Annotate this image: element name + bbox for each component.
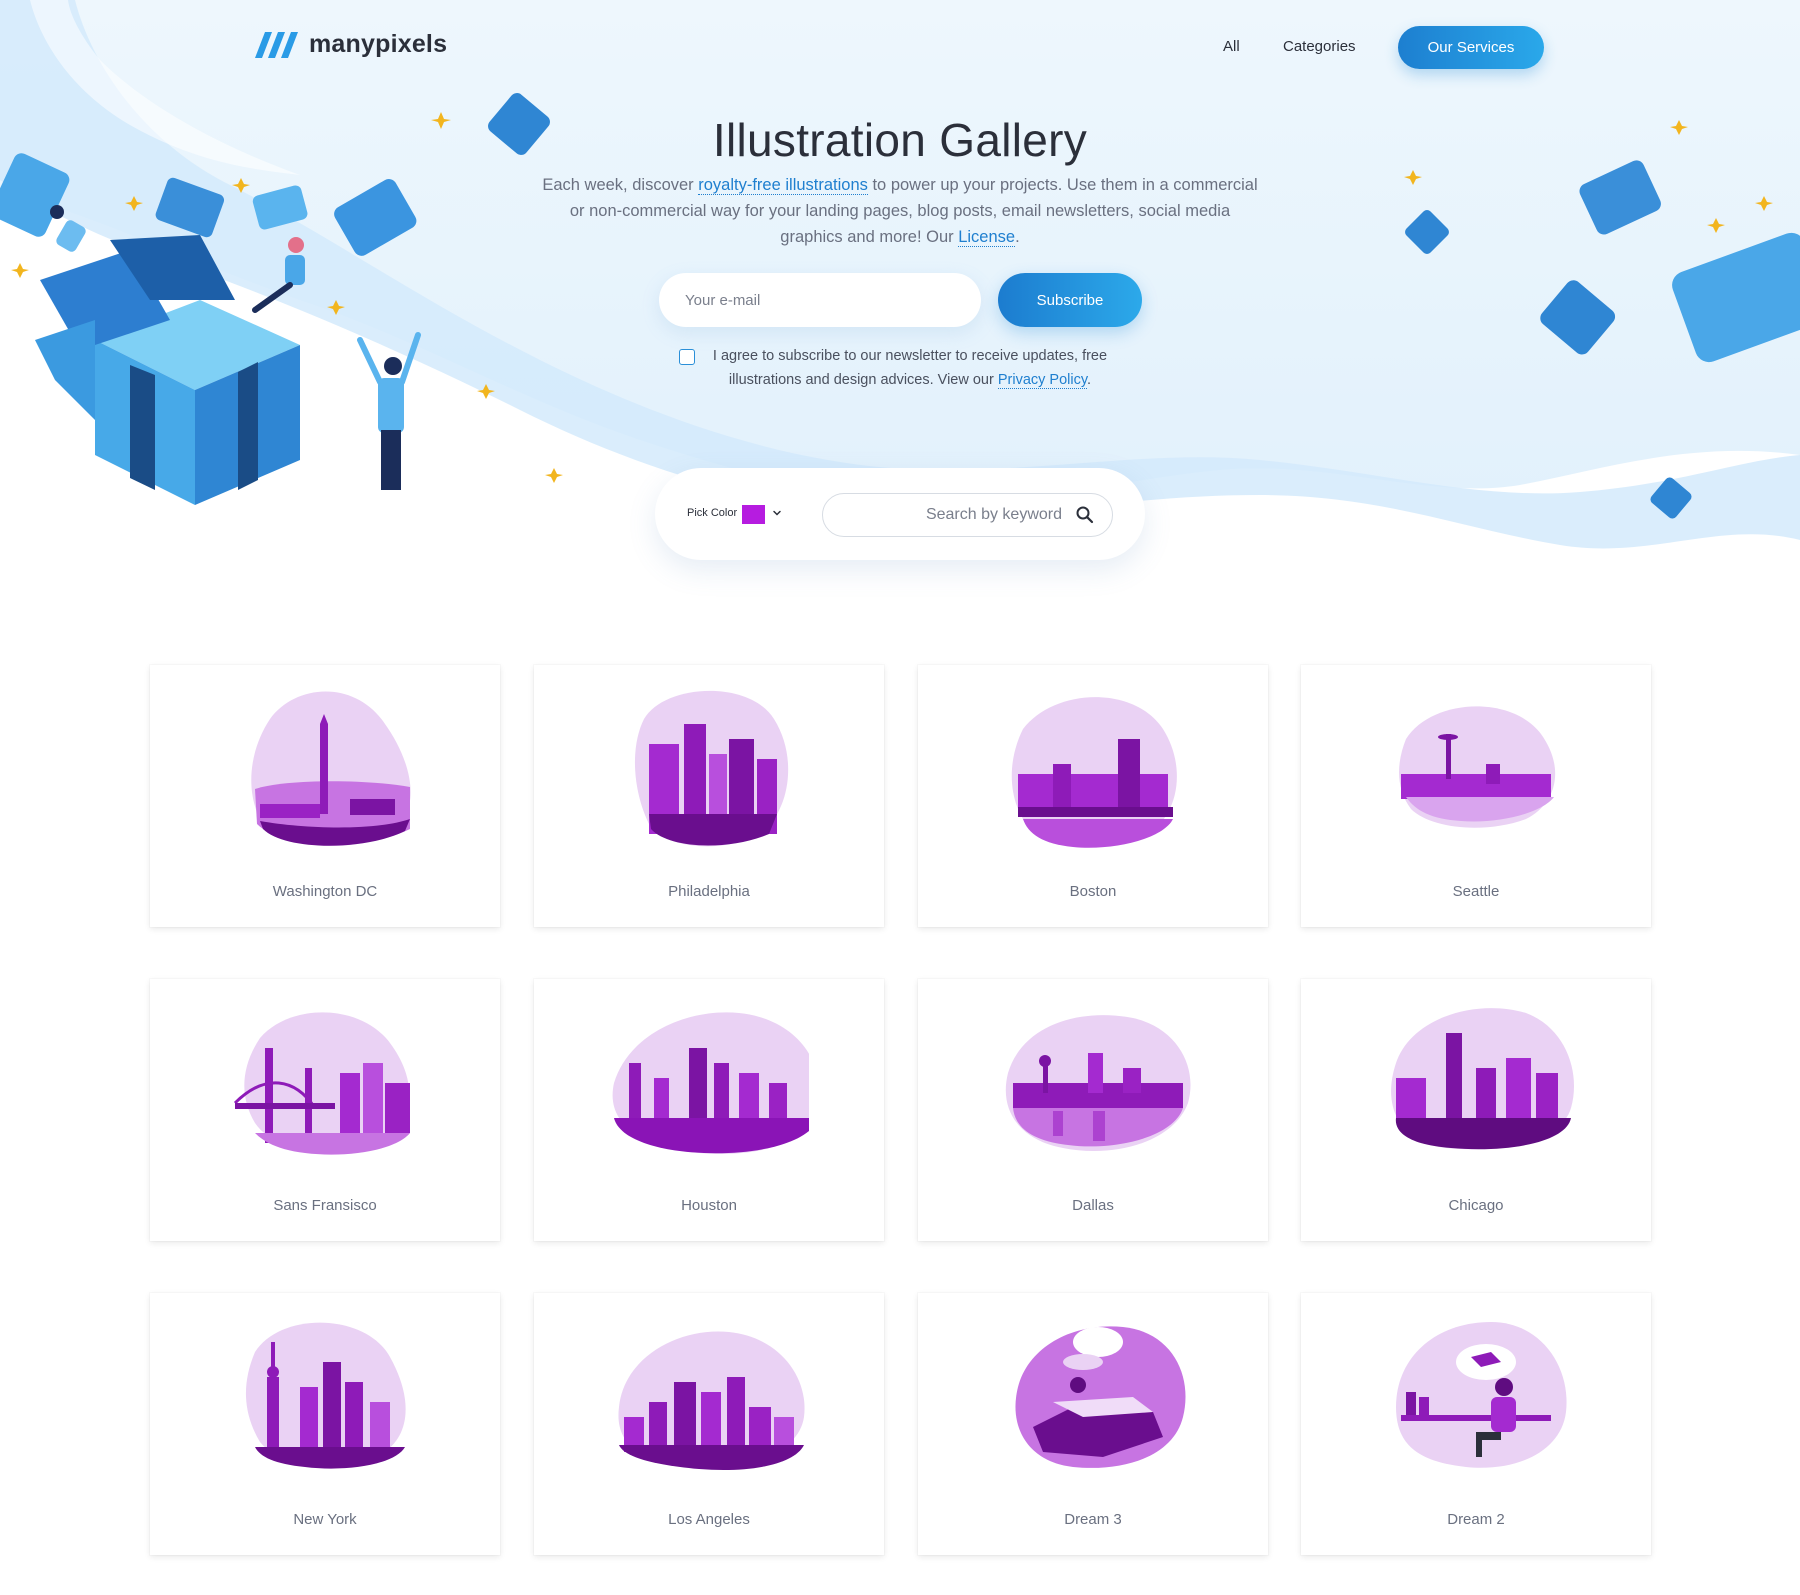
- card-title: Seattle: [1452, 883, 1500, 900]
- gallery-card-houston[interactable]: Houston: [534, 979, 884, 1241]
- chicago-illustration: [1391, 1008, 1574, 1150]
- card-title: Washington DC: [272, 883, 378, 900]
- privacy-policy-link[interactable]: Privacy Policy: [997, 372, 1088, 389]
- chevron-down-icon[interactable]: [772, 508, 782, 518]
- dream-2-illustration: [1396, 1322, 1567, 1468]
- dream-3-illustration: [1015, 1326, 1186, 1468]
- hero-desc-text-3: .: [1015, 228, 1020, 246]
- card-title: Houston: [681, 1197, 737, 1214]
- card-title: Sans Fransisco: [273, 1197, 377, 1214]
- card-title: Los Angeles: [668, 1511, 750, 1528]
- gallery-card-chicago[interactable]: Chicago: [1301, 979, 1651, 1241]
- gallery-card-philadelphia[interactable]: Philadelphia: [534, 665, 884, 927]
- email-field[interactable]: [659, 273, 981, 327]
- hero-description: Each week, discover royalty-free illustr…: [540, 172, 1260, 250]
- pick-color-label: Pick Color: [687, 507, 738, 519]
- agree-checkbox[interactable]: [679, 349, 695, 365]
- card-title: Dallas: [1072, 1197, 1114, 1214]
- top-navbar: manypixels All Categories Our Services: [0, 0, 1800, 100]
- logo-stripes-icon: [255, 31, 298, 58]
- boston-illustration: [1011, 697, 1177, 848]
- gallery-card-los-angeles[interactable]: Los Angeles: [534, 1293, 884, 1555]
- gallery-card-seattle[interactable]: Seattle: [1301, 665, 1651, 927]
- gallery-card-boston[interactable]: Boston: [918, 665, 1268, 927]
- los-angeles-illustration: [618, 1331, 805, 1470]
- page-title: Illustration Gallery: [712, 114, 1088, 166]
- card-title: Chicago: [1448, 1197, 1504, 1214]
- gallery-card-dallas[interactable]: Dallas: [918, 979, 1268, 1241]
- license-link[interactable]: License: [958, 228, 1016, 247]
- dallas-illustration: [1005, 1015, 1191, 1151]
- card-title: New York: [293, 1511, 357, 1528]
- royalty-free-link[interactable]: royalty-free illustrations: [698, 176, 868, 195]
- gallery-card-washington-dc[interactable]: Washington DC: [150, 665, 500, 927]
- search-input[interactable]: [822, 493, 1113, 537]
- nav-link-all[interactable]: All: [1223, 38, 1240, 55]
- new-york-illustration: [245, 1322, 406, 1469]
- filter-bar: Pick Color: [655, 468, 1145, 560]
- houston-illustration: [612, 1012, 809, 1154]
- agree-text: I agree to subscribe to our newsletter t…: [700, 344, 1120, 392]
- hero-desc-text-1: Each week, discover: [542, 176, 699, 194]
- search-icon[interactable]: [1075, 505, 1095, 525]
- card-title: Dream 3: [1064, 1511, 1122, 1528]
- philadelphia-illustration: [634, 690, 789, 847]
- nav-link-categories[interactable]: Categories: [1283, 38, 1356, 55]
- gallery-card-sans-fransisco[interactable]: Sans Fransisco: [150, 979, 500, 1241]
- card-title: Boston: [1069, 883, 1117, 900]
- logo-wordmark: manypixels: [309, 30, 448, 58]
- gallery-card-dream-2[interactable]: Dream 2: [1301, 1293, 1651, 1555]
- gallery-card-new-york[interactable]: New York: [150, 1293, 500, 1555]
- seattle-illustration: [1399, 706, 1556, 828]
- sans-fransisco-illustration: [233, 1012, 410, 1155]
- subscribe-button[interactable]: Subscribe: [998, 273, 1142, 327]
- card-title: Dream 2: [1447, 1511, 1505, 1528]
- washington-dc-illustration: [251, 691, 411, 846]
- gallery-card-dream-3[interactable]: Dream 3: [918, 1293, 1268, 1555]
- brand-logo[interactable]: manypixels: [255, 30, 447, 59]
- color-swatch[interactable]: [742, 505, 765, 524]
- card-title: Philadelphia: [668, 883, 750, 900]
- our-services-button[interactable]: Our Services: [1398, 26, 1544, 69]
- agree-text-end: .: [1087, 372, 1092, 388]
